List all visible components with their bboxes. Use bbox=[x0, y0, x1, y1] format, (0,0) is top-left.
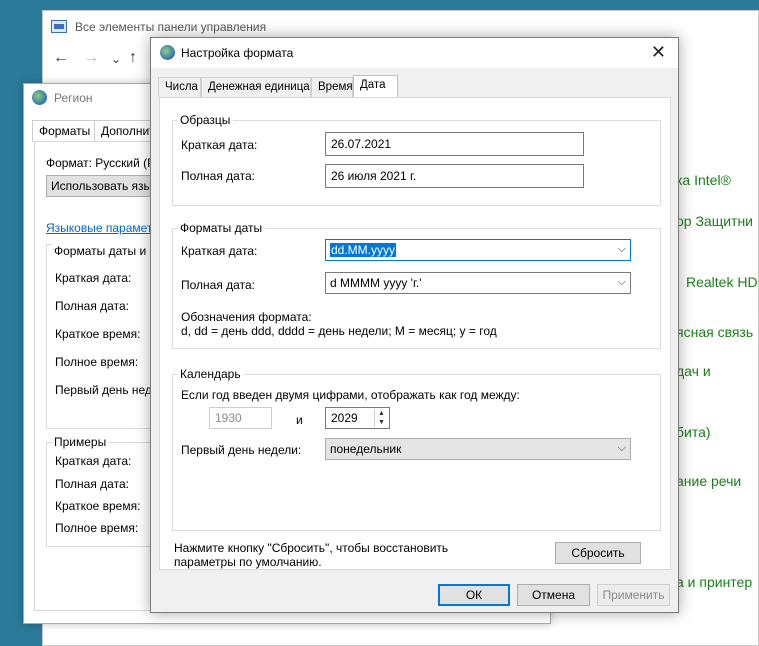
spin-arrows-icon[interactable]: ▲ ▼ bbox=[374, 409, 388, 427]
region-short-time-label: Краткое время: bbox=[55, 327, 141, 341]
long-date-format-value[interactable]: d MMMM yyyy 'г.' bbox=[330, 276, 422, 290]
sample-long-date-field: 26 июля 2021 г. bbox=[325, 164, 584, 188]
first-day-label: Первый день недели: bbox=[181, 443, 302, 457]
cancel-button[interactable]: Отмена bbox=[517, 584, 590, 606]
forward-icon[interactable]: → bbox=[83, 49, 99, 67]
long-date-format-combo[interactable]: d MMMM yyyy 'г.' ⌵ bbox=[325, 272, 631, 294]
globe-icon bbox=[160, 45, 175, 60]
use-language-button[interactable]: Использовать язы bbox=[46, 175, 166, 197]
year-to-stepper[interactable]: 2029 ▲ ▼ bbox=[325, 407, 390, 429]
format-label: Формат: Русский (Р bbox=[46, 156, 156, 170]
cp-item-intel[interactable]: ка Intel® bbox=[676, 172, 731, 188]
apply-button[interactable]: Применить bbox=[597, 584, 670, 606]
cp-item-feedback[interactable]: ясная связь bbox=[676, 324, 753, 340]
example-long-time-label: Полное время: bbox=[55, 521, 139, 535]
sample-short-date-field: 26.07.2021 bbox=[325, 132, 584, 156]
example-long-date-label: Полная дата: bbox=[55, 477, 129, 491]
date-formats-group-title: Форматы даты и в bbox=[52, 244, 158, 258]
first-day-value[interactable]: понедельник bbox=[330, 442, 401, 456]
format-notation-text: d, dd = день ddd, dddd = день недели; M … bbox=[181, 324, 497, 338]
format-short-date-label: Краткая дата: bbox=[181, 244, 258, 258]
sample-long-date-label: Полная дата: bbox=[181, 169, 255, 183]
cp-item-tasks[interactable]: дач и bbox=[676, 363, 711, 379]
year-from-field: 1930 bbox=[209, 407, 272, 429]
region-long-date-label: Полная дата: bbox=[55, 299, 129, 313]
short-date-format-combo[interactable]: dd.MM.yyyy ⌵ bbox=[325, 239, 631, 261]
tab-numbers[interactable]: Числа bbox=[158, 77, 201, 97]
chevron-down-icon[interactable]: ⌵ bbox=[618, 243, 626, 256]
cp-item-realtek[interactable]: Realtek HD bbox=[686, 274, 758, 290]
format-long-date-label: Полная дата: bbox=[181, 278, 255, 292]
close-icon[interactable]: ✕ bbox=[651, 42, 666, 63]
example-short-time-label: Краткое время: bbox=[55, 499, 141, 513]
tab-currency[interactable]: Денежная единица bbox=[201, 77, 311, 97]
region-first-day-label: Первый день неде bbox=[55, 383, 159, 397]
dialog-titlebar: Настройка формата ✕ bbox=[151, 38, 678, 68]
chevron-down-icon[interactable]: ⌄ bbox=[111, 52, 121, 66]
year-from-value: 1930 bbox=[215, 411, 242, 425]
format-settings-dialog: Настройка формата ✕ Числа Денежная едини… bbox=[150, 37, 679, 613]
cp-item-printers[interactable]: а и принтер bbox=[676, 574, 752, 590]
first-day-combo[interactable]: понедельник ⌵ bbox=[325, 438, 631, 460]
language-params-link[interactable]: Языковые парамет bbox=[46, 221, 152, 235]
control-panel-title: Все элементы панели управления bbox=[75, 20, 267, 34]
globe-icon bbox=[32, 90, 47, 105]
year-and-label: и bbox=[296, 413, 303, 427]
format-notation-title: Обозначения формата: bbox=[181, 310, 312, 324]
region-short-date-label: Краткая дата: bbox=[55, 271, 132, 285]
two-digit-year-text: Если год введен двумя цифрами, отображат… bbox=[181, 388, 520, 402]
tab-formats[interactable]: Форматы bbox=[32, 120, 98, 142]
chevron-down-icon[interactable]: ⌵ bbox=[618, 442, 626, 455]
control-panel-icon bbox=[51, 20, 67, 33]
ok-button[interactable]: ОК bbox=[438, 584, 510, 606]
cp-item-speech[interactable]: ание речи bbox=[676, 473, 741, 489]
date-tab-page: Образцы Краткая дата: 26.07.2021 Полная … bbox=[159, 97, 671, 570]
tab-time[interactable]: Время bbox=[311, 77, 353, 97]
samples-group-title: Образцы bbox=[177, 113, 234, 127]
region-title: Регион bbox=[54, 91, 93, 105]
cp-item-bits[interactable]: бита) bbox=[676, 424, 711, 440]
short-date-format-value[interactable]: dd.MM.yyyy bbox=[330, 243, 397, 257]
year-to-value[interactable]: 2029 bbox=[331, 411, 358, 425]
example-short-date-label: Краткая дата: bbox=[55, 454, 132, 468]
date-formats-group-title: Форматы даты bbox=[177, 221, 266, 235]
reset-note-line2: параметры по умолчанию. bbox=[174, 555, 322, 569]
tab-date[interactable]: Дата bbox=[353, 75, 398, 97]
examples-group-title: Примеры bbox=[52, 435, 109, 449]
chevron-down-icon[interactable]: ⌵ bbox=[618, 276, 626, 289]
region-long-time-label: Полное время: bbox=[55, 355, 139, 369]
back-icon[interactable]: ← bbox=[53, 49, 69, 67]
calendar-group-title: Календарь bbox=[177, 367, 244, 381]
cp-item-defender[interactable]: ор Защитни bbox=[676, 213, 753, 229]
dialog-title: Настройка формата bbox=[181, 46, 294, 60]
sample-short-date-label: Краткая дата: bbox=[181, 138, 258, 152]
up-icon[interactable]: ↑ bbox=[129, 49, 137, 67]
reset-button[interactable]: Сбросить bbox=[555, 542, 641, 564]
reset-note-line1: Нажмите кнопку "Сбросить", чтобы восстан… bbox=[174, 541, 449, 555]
